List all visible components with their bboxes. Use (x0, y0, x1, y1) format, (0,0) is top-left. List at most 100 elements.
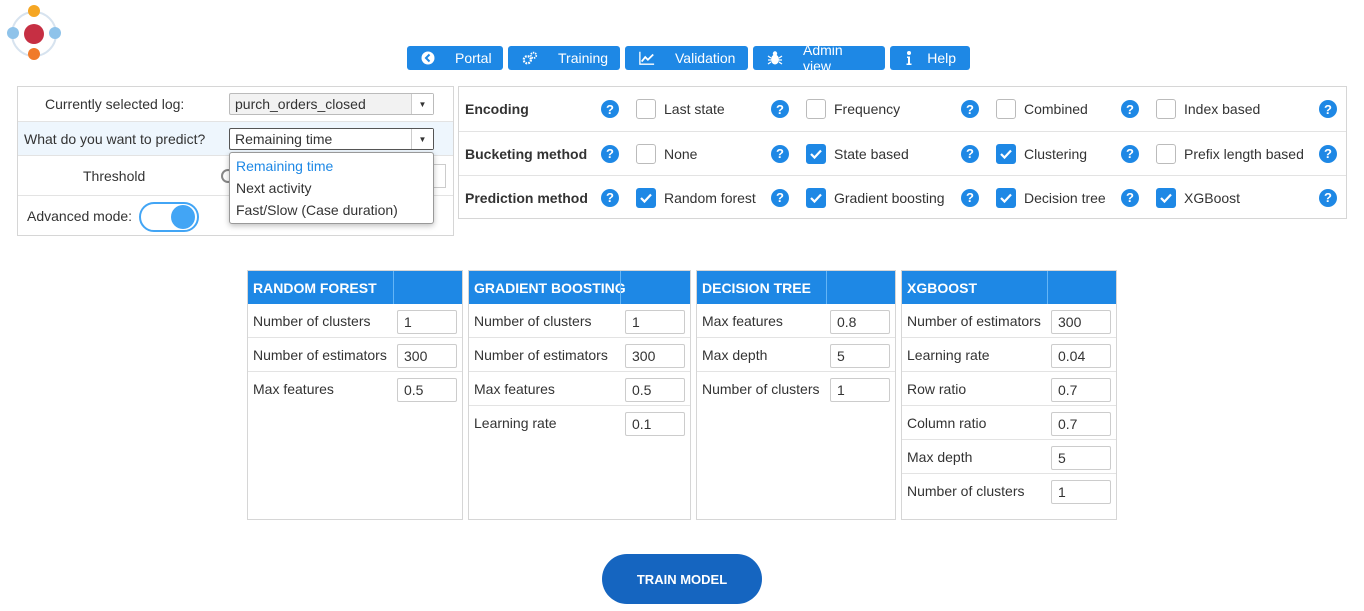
nav-help-button[interactable]: Help (890, 46, 970, 70)
nav-admin-label: Admin view (803, 42, 843, 74)
help-icon[interactable]: ? (961, 144, 979, 163)
checkmark-icon (810, 193, 822, 203)
param-label: Max features (702, 313, 783, 329)
table-row: Max features 0.8 (697, 304, 895, 338)
nav-training-button[interactable]: Training (508, 46, 620, 70)
help-icon[interactable]: ? (1319, 188, 1337, 207)
option-checkbox[interactable] (1156, 187, 1176, 208)
train-model-button[interactable]: TRAIN MODEL (602, 554, 762, 604)
help-icon[interactable]: ? (1121, 144, 1139, 163)
log-select-value: purch_orders_closed (235, 96, 366, 112)
help-icon[interactable]: ? (601, 100, 619, 118)
help-icon[interactable]: ? (601, 188, 619, 207)
param-label: Max features (474, 381, 555, 397)
param-input[interactable]: 0.04 (1051, 344, 1111, 368)
checkmark-icon (810, 149, 822, 159)
dropdown-option[interactable]: Remaining time (230, 156, 433, 178)
param-input[interactable]: 0.5 (397, 378, 457, 402)
log-select[interactable]: purch_orders_closed ▼ (229, 93, 434, 115)
param-input[interactable]: 1 (830, 378, 890, 402)
param-input[interactable]: 300 (625, 344, 685, 368)
param-input[interactable]: 0.5 (625, 378, 685, 402)
option-checkbox[interactable] (996, 143, 1016, 164)
param-input[interactable]: 5 (1051, 446, 1111, 470)
nav-admin-button[interactable]: Admin view (753, 42, 885, 74)
option-checkbox[interactable] (806, 143, 826, 164)
table-row: Number of estimators 300 (248, 338, 462, 372)
option-label: Combined (1024, 101, 1088, 117)
help-icon[interactable]: ? (601, 144, 619, 163)
advanced-label: Advanced mode: (27, 207, 133, 224)
bug-icon (767, 50, 783, 66)
config-title: Prediction method (465, 189, 588, 206)
table-row: Row ratio 0.7 (902, 372, 1116, 406)
help-icon[interactable]: ? (771, 100, 789, 118)
option-checkbox[interactable] (636, 143, 656, 164)
help-icon[interactable]: ? (961, 188, 979, 207)
chevron-down-icon: ▼ (411, 94, 433, 114)
predict-label: What do you want to predict? (24, 130, 206, 147)
model-table-header: DECISION TREE (697, 271, 895, 304)
help-icon[interactable]: ? (961, 100, 979, 118)
option-label: Last state (664, 101, 725, 117)
param-label: Column ratio (907, 415, 987, 431)
predict-select[interactable]: Remaining time ▼ (229, 128, 434, 150)
nav-validation-button[interactable]: Validation (625, 46, 748, 70)
option-checkbox[interactable] (1156, 99, 1176, 119)
param-label: Learning rate (474, 415, 557, 431)
param-input[interactable]: 300 (397, 344, 457, 368)
checkmark-icon (640, 193, 652, 203)
option-label: State based (834, 145, 909, 162)
param-label: Learning rate (907, 347, 990, 363)
model-table-title: RANDOM FOREST (253, 279, 377, 296)
param-input[interactable]: 0.7 (1051, 378, 1111, 402)
option-label: Decision tree (1024, 189, 1106, 206)
nav-portal-button[interactable]: Portal (407, 46, 503, 70)
help-icon[interactable]: ? (1319, 100, 1337, 118)
threshold-input[interactable] (432, 164, 446, 188)
table-row: Max features 0.5 (469, 372, 690, 406)
table-row: Learning rate 0.04 (902, 338, 1116, 372)
chevron-down-icon: ▼ (411, 129, 433, 149)
param-input[interactable]: 0.7 (1051, 412, 1111, 436)
threshold-label: Threshold (83, 167, 146, 184)
help-icon[interactable]: ? (1319, 144, 1337, 163)
help-icon[interactable]: ? (1121, 188, 1139, 207)
option-label: XGBoost (1184, 189, 1241, 206)
param-label: Row ratio (907, 381, 967, 397)
header-divider (826, 271, 827, 304)
main-nav: Portal Training Validation Admin view He… (407, 42, 970, 74)
model-table-title: DECISION TREE (702, 279, 811, 296)
option-checkbox[interactable] (636, 99, 656, 119)
param-label: Max depth (702, 347, 768, 363)
param-input[interactable]: 1 (397, 310, 457, 334)
nav-training-label: Training (558, 50, 609, 66)
table-row: Max features 0.5 (248, 372, 462, 406)
option-checkbox[interactable] (806, 99, 826, 119)
help-icon[interactable]: ? (1121, 100, 1139, 118)
app-logo (7, 5, 61, 60)
table-row: Number of clusters 1 (248, 304, 462, 338)
config-row-bucketing: Bucketing method? None? State based? Cluste… (459, 131, 1346, 175)
help-icon[interactable]: ? (771, 188, 789, 207)
option-checkbox[interactable] (996, 187, 1016, 208)
help-icon[interactable]: ? (771, 144, 789, 163)
model-table-header: GRADIENT BOOSTING (469, 271, 690, 304)
param-input[interactable]: 0.1 (625, 412, 685, 436)
nav-portal-label: Portal (455, 50, 492, 66)
option-checkbox[interactable] (1156, 143, 1176, 164)
dropdown-option[interactable]: Next activity (230, 178, 433, 200)
option-checkbox[interactable] (996, 99, 1016, 119)
advanced-mode-toggle[interactable] (139, 202, 199, 232)
option-label: Index based (1184, 101, 1261, 117)
nav-validation-label: Validation (675, 50, 736, 66)
param-input[interactable]: 1 (1051, 480, 1111, 504)
param-input[interactable]: 0.8 (830, 310, 890, 334)
param-input[interactable]: 1 (625, 310, 685, 334)
param-label: Max depth (907, 449, 973, 465)
dropdown-option[interactable]: Fast/Slow (Case duration) (230, 200, 433, 222)
param-input[interactable]: 300 (1051, 310, 1111, 334)
option-checkbox[interactable] (636, 187, 656, 208)
param-input[interactable]: 5 (830, 344, 890, 368)
option-checkbox[interactable] (806, 187, 826, 208)
